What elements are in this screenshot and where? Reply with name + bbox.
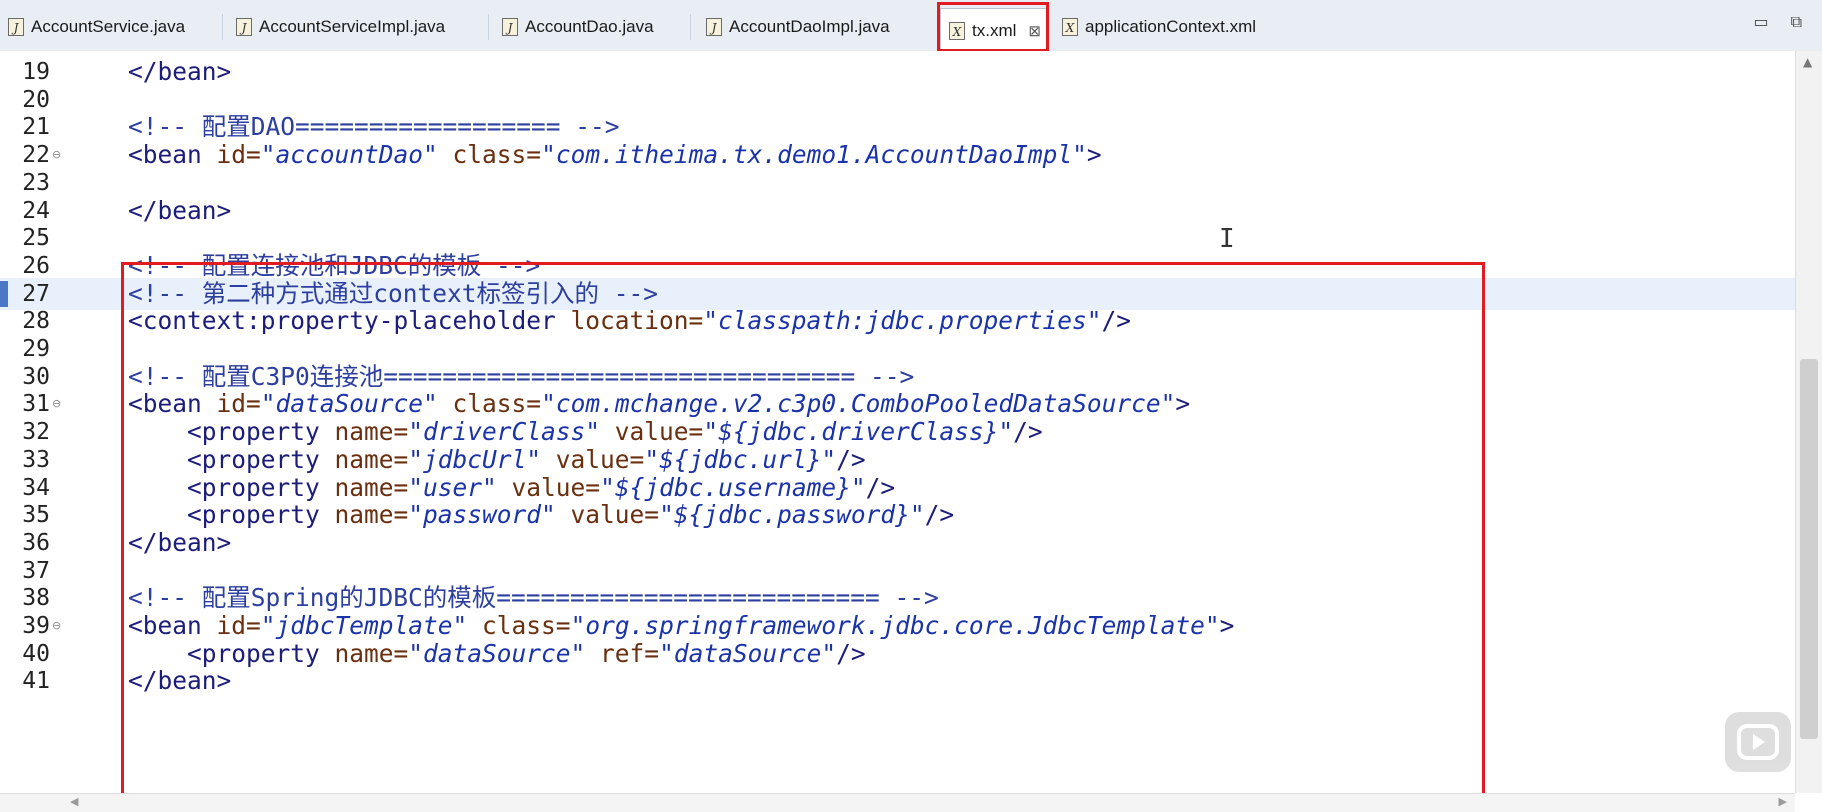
scroll-up-icon[interactable]: ▲: [1803, 55, 1812, 69]
minimize-icon[interactable]: ▭: [1753, 12, 1768, 32]
java-file-icon: J: [236, 18, 252, 36]
tab-label: applicationContext.xml: [1085, 17, 1257, 36]
tab-accountdaoimpl-java[interactable]: J AccountDaoImpl.java: [706, 10, 890, 44]
fold-toggle-icon[interactable]: ⊖: [52, 398, 61, 410]
tab-accountserviceimpl-java[interactable]: J AccountServiceImpl.java: [236, 10, 445, 44]
tab-label: AccountService.java: [31, 17, 186, 36]
code-token: <bean: [128, 140, 217, 170]
horizontal-scrollbar[interactable]: ◀ ▶: [0, 793, 1795, 812]
tab-label: AccountDaoImpl.java: [729, 17, 890, 36]
annotation-highlight-box: [121, 262, 1485, 806]
current-line-marker: [0, 280, 8, 307]
fold-toggle-icon[interactable]: ⊖: [52, 149, 61, 161]
window-controls: ▭ ⧉: [1753, 12, 1802, 32]
video-play-icon[interactable]: [1725, 712, 1791, 772]
active-tab-highlight: [937, 2, 1049, 52]
xml-file-icon: X: [1062, 18, 1078, 36]
code-token: id=: [216, 140, 261, 170]
tab-label: AccountServiceImpl.java: [259, 17, 446, 36]
fold-toggle-icon[interactable]: ⊖: [52, 620, 61, 632]
scroll-left-icon[interactable]: ◀: [70, 795, 78, 808]
code-token: >: [1086, 140, 1102, 170]
tab-label: AccountDao.java: [525, 17, 654, 36]
tab-separator: [222, 14, 223, 40]
code-token: </bean>: [128, 195, 232, 225]
vertical-scrollbar[interactable]: ▲: [1795, 51, 1822, 793]
java-file-icon: J: [8, 18, 24, 36]
code-token: "com.itheima.tx.demo1.AccountDaoImpl": [541, 140, 1087, 170]
tab-applicationcontext-xml[interactable]: X applicationContext.xml: [1062, 10, 1256, 44]
scrollbar-thumb[interactable]: [1800, 359, 1818, 739]
code-token: </bean>: [128, 57, 232, 86]
tab-accountdao-java[interactable]: J AccountDao.java: [502, 10, 654, 44]
java-file-icon: J: [502, 18, 518, 36]
tab-separator: [488, 14, 489, 40]
maximize-icon[interactable]: ⧉: [1791, 12, 1802, 32]
tab-separator: [690, 14, 691, 40]
line-number: 41: [22, 668, 50, 695]
text-cursor-icon: I: [1219, 224, 1235, 254]
java-file-icon: J: [706, 18, 722, 36]
code-token: <!-- 配置DAO================== -->: [128, 112, 620, 142]
code-token: "accountDao": [260, 140, 438, 170]
tab-accountservice-java[interactable]: J AccountService.java: [8, 10, 185, 44]
editor-tab-bar: J AccountService.java J AccountServiceIm…: [0, 0, 1822, 52]
scroll-right-icon[interactable]: ▶: [1779, 795, 1787, 808]
code-token: class=: [437, 140, 542, 170]
